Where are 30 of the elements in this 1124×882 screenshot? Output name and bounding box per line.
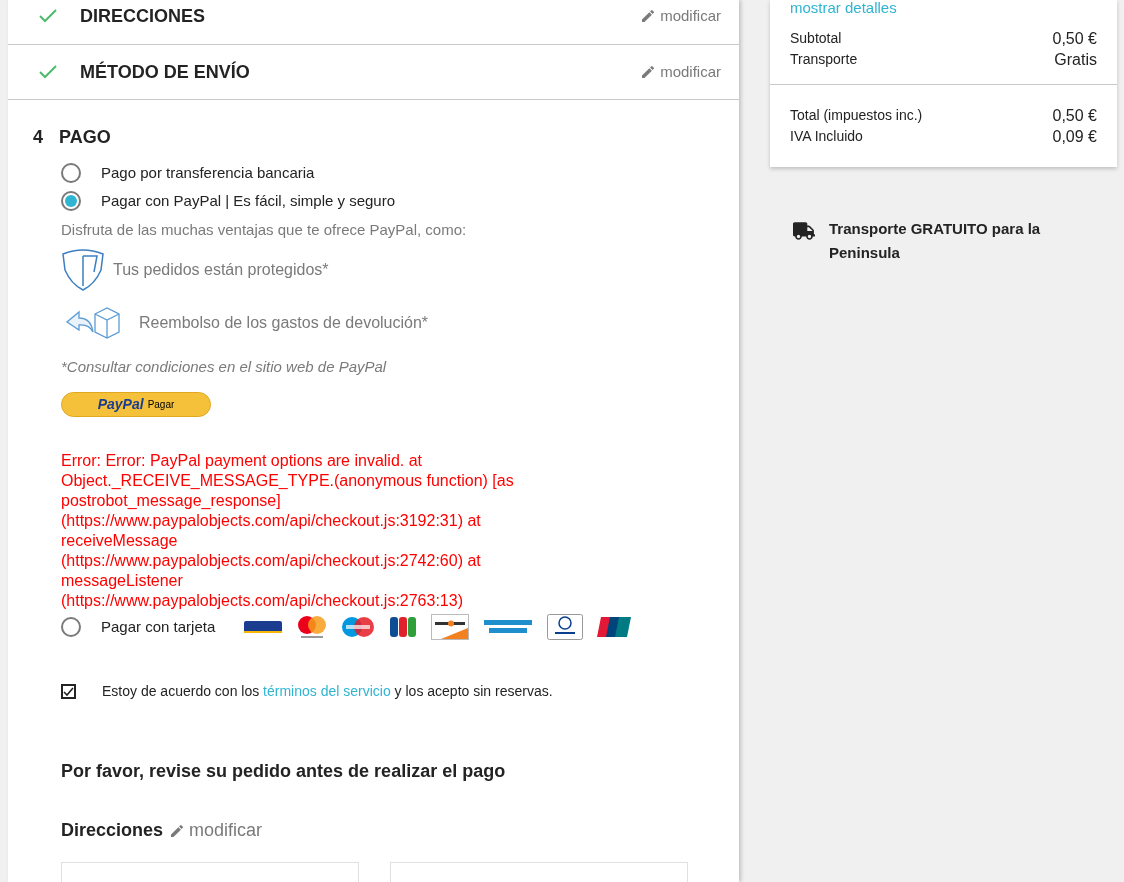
step-title: PAGO [59, 126, 111, 149]
step-number: 4 [33, 126, 43, 149]
step-title: DIRECCIONES [80, 4, 206, 28]
section-title: Direcciones [61, 819, 164, 842]
benefit-text: Tus pedidos están protegidos* [113, 259, 329, 280]
summary-label: IVA Incluido [790, 127, 863, 146]
shipping-note: Transporte GRATUITO para la Peninsula [829, 219, 1042, 263]
step-title: MÉTODO DE ENVÍO [80, 60, 251, 84]
summary-label: Subtotal [790, 29, 842, 48]
summary-label: Total (impuestos inc.) [790, 106, 923, 125]
summary-label: Transporte [790, 50, 858, 69]
summary-value: 0,50 € [1052, 105, 1097, 126]
payment-option-label[interactable]: Pagar con PayPal | Es fácil, simple y seguro [101, 189, 396, 213]
summary-value: Gratis [1054, 49, 1097, 70]
paypal-intro: Disfruta de las muchas ventajas que te ofrece PayPal, como: [61, 220, 468, 240]
terms-link[interactable]: términos del servicio [263, 683, 391, 699]
details-link[interactable]: mostrar detalles [790, 0, 1097, 16]
review-heading: Por favor, revise su pedido antes de realizar el pago [61, 760, 507, 783]
payment-option-label[interactable]: Pago por transferencia bancaria [101, 161, 315, 185]
paypal-note: *Consultar condiciones en el sitio web de PayPal [61, 356, 388, 377]
benefit-text: Reembolso de los gastos de devolución* [139, 312, 429, 333]
edit-link[interactable]: modificar [169, 817, 263, 844]
paypal-button[interactable]: PayPal Pagar [61, 392, 211, 417]
error-message: Error: Error: PayPal payment options are invalid. at Object._RECEIVE_MESSAGE_TYPE.(anonymous function) [as postrobot_message_response] (https://www.paypalobjects.com/api/checkout.js:3192:31) at receiveMessage (https://www.paypalobjects.com/api/checkout.js:2742:60) at messageListener (https://www.paypalobjects.com/api/checkout.js:2763:13) [61, 451, 515, 611]
payment-option-label[interactable]: Pagar con tarjeta [101, 615, 216, 639]
edit-link[interactable]: modificar [640, 4, 721, 28]
summary-value: 0,09 € [1052, 126, 1097, 147]
summary-value: 0,50 € [1052, 28, 1097, 49]
terms-text: Estoy de acuerdo con los términos del servicio y los acepto sin reservas. [102, 682, 553, 701]
edit-link[interactable]: modificar [640, 60, 721, 84]
